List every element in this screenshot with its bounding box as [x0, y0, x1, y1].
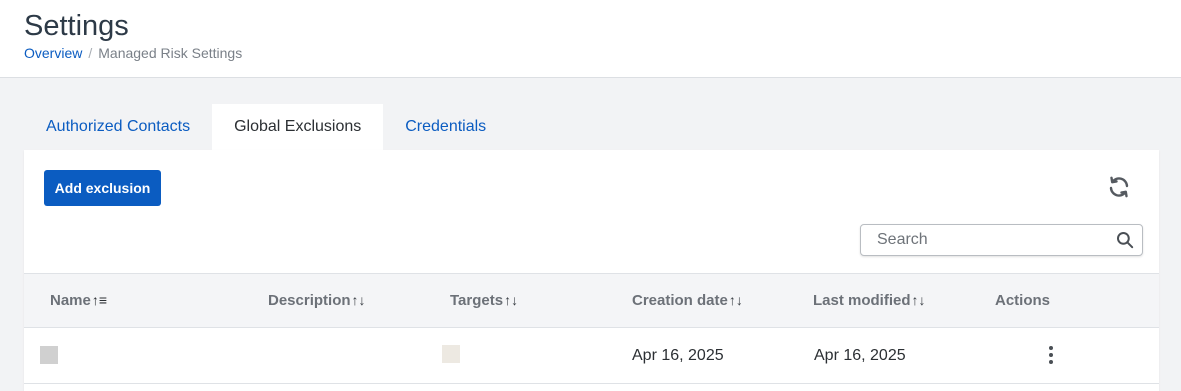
targets-placeholder-swatch [442, 345, 460, 363]
tab-credentials[interactable]: Credentials [383, 104, 508, 150]
page-title: Settings [24, 10, 129, 42]
column-label: Creation date [632, 292, 728, 309]
column-label: Actions [995, 292, 1051, 309]
sort-icon: ↑↓ [351, 292, 366, 308]
column-label: Last modified [813, 292, 911, 309]
search-input[interactable] [861, 225, 1109, 255]
column-header-last-modified[interactable]: Last modified↑↓ [813, 274, 926, 327]
page-header: Settings Overview / Managed Risk Setting… [0, 0, 1181, 78]
column-header-creation-date[interactable]: Creation date↑↓ [632, 274, 743, 327]
creation-date-cell: Apr 16, 2025 [632, 347, 724, 364]
refresh-icon[interactable] [1104, 172, 1134, 202]
breadcrumb-current: Managed Risk Settings [98, 45, 243, 61]
table-header: Name↑≡ Description↑↓ Targets↑↓ Creation … [24, 273, 1159, 328]
sort-ascending-icon: ↑≡ [91, 292, 108, 308]
column-label: Description [268, 292, 351, 309]
column-header-targets[interactable]: Targets↑↓ [450, 274, 518, 327]
column-header-actions: Actions [995, 274, 1050, 327]
last-modified-cell: Apr 16, 2025 [814, 347, 906, 364]
sort-icon: ↑↓ [728, 292, 743, 308]
sort-icon: ↑↓ [911, 292, 926, 308]
column-label: Name [50, 292, 91, 309]
tab-global-exclusions[interactable]: Global Exclusions [212, 104, 384, 150]
column-label: Targets [450, 292, 504, 309]
settings-tabs: Authorized Contacts Global Exclusions Cr… [24, 104, 508, 150]
breadcrumb: Overview / Managed Risk Settings [24, 45, 242, 61]
add-exclusion-button[interactable]: Add exclusion [44, 170, 161, 206]
column-header-description[interactable]: Description↑↓ [268, 274, 366, 327]
more-vertical-icon[interactable] [1040, 342, 1062, 368]
search-box [860, 224, 1143, 256]
breadcrumb-separator: / [88, 45, 93, 61]
search-icon[interactable] [1116, 231, 1134, 249]
tab-authorized-contacts[interactable]: Authorized Contacts [24, 104, 212, 150]
breadcrumb-overview-link[interactable]: Overview [24, 45, 82, 61]
name-placeholder-swatch [40, 346, 58, 364]
table-row[interactable]: Apr 16, 2025 Apr 16, 2025 [24, 328, 1159, 384]
exclusions-panel: Add exclusion Name↑≡ Description↑↓ Targe… [24, 150, 1159, 391]
column-header-name[interactable]: Name↑≡ [50, 274, 107, 327]
sort-icon: ↑↓ [504, 292, 519, 308]
